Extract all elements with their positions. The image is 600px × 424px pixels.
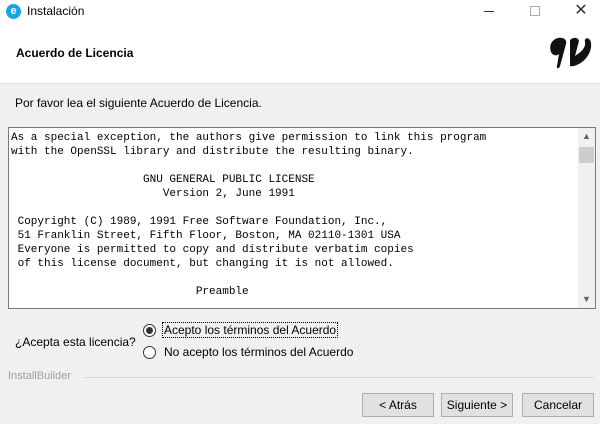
vertical-scrollbar[interactable]: ▲ ▼ — [578, 128, 595, 308]
instruction-text: Por favor lea el siguiente Acuerdo de Li… — [15, 96, 262, 110]
decline-radio-button[interactable] — [143, 345, 156, 359]
decline-radio-label[interactable]: No acepto los términos del Acuerdo — [163, 345, 354, 359]
accept-terms-option[interactable]: Acepto los términos del Acuerdo — [143, 321, 339, 339]
accept-radio-label[interactable]: Acepto los términos del Acuerdo — [161, 322, 339, 338]
close-button[interactable]: ✕ — [558, 0, 600, 24]
scrollbar-thumb[interactable] — [579, 147, 594, 163]
minimize-button[interactable] — [466, 0, 512, 24]
window-title: Instalación — [27, 4, 85, 18]
maximize-icon — [530, 6, 540, 17]
page-title: Acuerdo de Licencia — [16, 46, 134, 60]
installbuilder-logo-icon — [550, 37, 592, 69]
accept-question-label: ¿Acepta esta licencia? — [15, 335, 136, 349]
cancel-button[interactable]: Cancelar — [522, 393, 594, 417]
footer-divider — [84, 377, 594, 378]
next-button[interactable]: Siguiente > — [441, 393, 513, 417]
installbuilder-brand-label: InstallBuilder — [8, 370, 75, 382]
close-icon: ✕ — [574, 2, 588, 19]
title-bar: e Instalación ✕ — [0, 0, 600, 24]
page-header: Acuerdo de Licencia — [0, 24, 600, 84]
back-button[interactable]: < Atrás — [362, 393, 434, 417]
chevron-up-icon[interactable]: ▲ — [578, 128, 595, 145]
chevron-down-icon[interactable]: ▼ — [578, 291, 595, 308]
license-text-area[interactable]: As a special exception, the authors give… — [8, 127, 596, 309]
accept-radio-button[interactable] — [143, 323, 156, 337]
minimize-icon — [484, 10, 494, 12]
license-content: As a special exception, the authors give… — [11, 132, 487, 298]
decline-terms-option[interactable]: No acepto los términos del Acuerdo — [143, 343, 354, 361]
maximize-button[interactable] — [512, 0, 558, 24]
installer-app-icon: e — [6, 4, 21, 19]
